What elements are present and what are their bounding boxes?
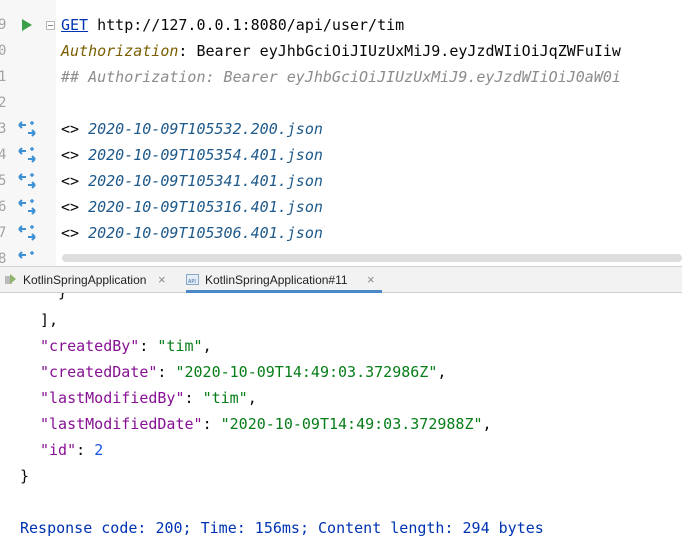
- response-ref-line[interactable]: 5 <> 2020-10-09T105341.401.json: [0, 168, 682, 194]
- response-output-pane[interactable]: } ], "createdBy": "tim", "createdDate": …: [0, 293, 682, 553]
- response-ref-line[interactable]: 4 <> 2020-10-09T105354.401.json: [0, 142, 682, 168]
- swap-arrows-icon[interactable]: [16, 199, 38, 215]
- line-number: 4: [0, 147, 7, 163]
- json-colon: :: [157, 363, 176, 381]
- json-value: "tim": [157, 337, 203, 355]
- blank-line: 2: [0, 90, 682, 116]
- comment-line: 1 ## Authorization: Bearer eyJhbGciOiJIU…: [0, 64, 682, 90]
- json-key: "createdDate": [40, 363, 158, 381]
- json-value: "tim": [202, 389, 248, 407]
- json-comma: ,: [437, 363, 447, 381]
- line-number: 8: [0, 251, 7, 266]
- json-value: "2020-10-09T14:49:03.372988Z": [220, 415, 483, 433]
- header-value: Bearer eyJhbGciOiJIUzUxMiJ9.eyJzdWIiOiJq…: [196, 42, 621, 60]
- json-field: "lastModifiedBy": "tim",: [40, 385, 257, 411]
- response-file-link[interactable]: 2020-10-09T105532.200.json: [88, 120, 323, 138]
- json-colon: :: [202, 415, 221, 433]
- tab-label: KotlinSpringApplication#11: [205, 273, 348, 287]
- response-status-line: Response code: 200; Time: 156ms; Content…: [20, 519, 544, 537]
- ref-prefix: <>: [61, 224, 80, 242]
- http-method[interactable]: GET: [61, 16, 88, 34]
- line-number: 0: [0, 43, 7, 59]
- response-file-link[interactable]: 2020-10-09T105341.401.json: [88, 172, 323, 190]
- ref-prefix: <>: [61, 172, 80, 190]
- ref-prefix: <>: [61, 120, 80, 138]
- ref-prefix: <>: [61, 146, 80, 164]
- json-field: "createdBy": "tim",: [40, 333, 212, 359]
- json-field: "id": 2: [40, 437, 103, 463]
- line-number: 2: [0, 95, 7, 111]
- tab-label: KotlinSpringApplication: [23, 273, 147, 287]
- comment-text: ## Authorization: Bearer eyJhbGciOiJIUzU…: [61, 68, 621, 86]
- ref-prefix: <>: [61, 198, 80, 216]
- app-icon: [5, 274, 16, 284]
- http-request-editor[interactable]: 9 GET http://127.0.0.1:8080/api/user/tim…: [0, 0, 682, 266]
- swap-arrows-icon[interactable]: [16, 173, 38, 189]
- swap-arrows-icon[interactable]: [16, 225, 38, 241]
- header-separator: :: [178, 42, 197, 60]
- json-close-brace: }: [20, 467, 30, 485]
- line-number: 3: [0, 121, 7, 137]
- response-ref-line[interactable]: 7 <> 2020-10-09T105306.401.json: [0, 220, 682, 246]
- swap-arrows-icon: [18, 251, 34, 259]
- horizontal-scrollbar[interactable]: [62, 254, 682, 262]
- tab-kotlin-spring-application-11[interactable]: API KotlinSpringApplication#11 ×: [186, 267, 382, 293]
- request-url: http://127.0.0.1:8080/api/user/tim: [97, 16, 405, 34]
- json-comma: ,: [202, 337, 212, 355]
- run-tool-tabs: KotlinSpringApplication × API KotlinSpri…: [0, 266, 682, 293]
- line-number: 6: [0, 199, 7, 215]
- fold-icon[interactable]: [46, 21, 55, 30]
- json-partial-brace: }: [58, 293, 67, 305]
- json-colon: :: [76, 441, 95, 459]
- json-array-close: ],: [40, 311, 59, 329]
- json-key: "createdBy": [40, 337, 140, 355]
- json-comma: ,: [247, 389, 257, 407]
- line-number: 1: [0, 69, 7, 85]
- json-field: "createdDate": "2020-10-09T14:49:03.3729…: [40, 359, 446, 385]
- response-file-link[interactable]: 2020-10-09T105306.401.json: [88, 224, 323, 242]
- request-line[interactable]: 9 GET http://127.0.0.1:8080/api/user/tim: [0, 12, 682, 38]
- svg-text:API: API: [188, 279, 196, 285]
- line-number: 7: [0, 225, 7, 241]
- line-number: 9: [0, 17, 7, 33]
- json-colon: :: [139, 337, 158, 355]
- json-comma: ,: [482, 415, 492, 433]
- response-file-link[interactable]: 2020-10-09T105316.401.json: [88, 198, 323, 216]
- json-field: "lastModifiedDate": "2020-10-09T14:49:03…: [40, 411, 492, 437]
- close-icon[interactable]: ×: [367, 267, 375, 293]
- run-icon[interactable]: [22, 19, 32, 31]
- json-key: "lastModifiedBy": [40, 389, 185, 407]
- swap-arrows-icon[interactable]: [16, 147, 38, 163]
- header-name: Authorization: [61, 42, 179, 60]
- api-icon: API: [186, 274, 199, 285]
- json-value: "2020-10-09T14:49:03.372986Z": [175, 363, 438, 381]
- json-colon: :: [184, 389, 203, 407]
- response-ref-line[interactable]: 3 <> 2020-10-09T105532.200.json: [0, 116, 682, 142]
- auth-header-line: 0 Authorization: Bearer eyJhbGciOiJIUzUx…: [0, 38, 682, 64]
- tab-kotlin-spring-application[interactable]: KotlinSpringApplication ×: [4, 267, 176, 293]
- json-key: "lastModifiedDate": [40, 415, 203, 433]
- swap-arrows-icon[interactable]: [16, 121, 38, 137]
- close-icon[interactable]: ×: [158, 267, 166, 293]
- line-number: 5: [0, 173, 7, 189]
- response-ref-line[interactable]: 6 <> 2020-10-09T105316.401.json: [0, 194, 682, 220]
- json-value: 2: [94, 441, 104, 459]
- json-key: "id": [40, 441, 77, 459]
- response-file-link[interactable]: 2020-10-09T105354.401.json: [88, 146, 323, 164]
